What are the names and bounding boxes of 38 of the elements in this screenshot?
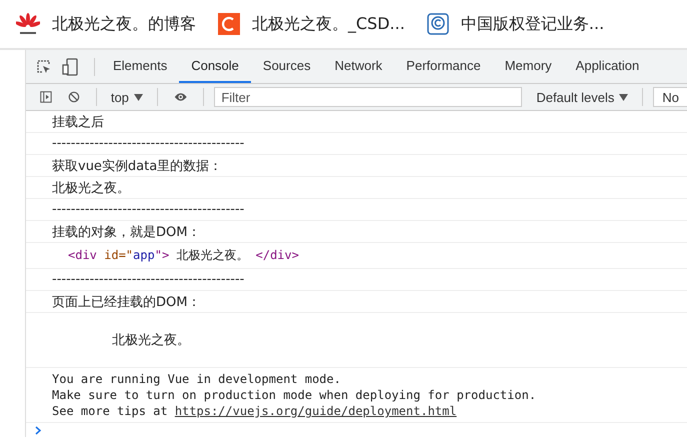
flower-logo-icon	[16, 13, 40, 35]
doc-link[interactable]: https://vuejs.org/guide/deployment.html	[174, 404, 457, 418]
console-message: 页面上已经挂载的DOM：	[52, 294, 200, 310]
inspect-icon[interactable]	[36, 58, 52, 74]
devtools-tab[interactable]: Network	[322, 50, 394, 83]
devtools-tab[interactable]: Application	[564, 50, 652, 83]
console-message: See more tips at	[52, 404, 169, 418]
caret-icon	[619, 94, 628, 100]
console-message: 挂载的对象，就是DOM：	[52, 224, 200, 240]
console-message: -----------------------------------------	[52, 202, 244, 217]
bookmark[interactable]: 中国版权登记业务...	[426, 13, 604, 35]
device-icon[interactable]	[62, 58, 78, 76]
levels-dropdown[interactable]: Default levels	[532, 88, 632, 106]
devtools-tab[interactable]: Sources	[250, 50, 323, 83]
console-message: Make sure to turn on production mode when deploying for production.	[52, 388, 536, 402]
caret-icon	[134, 94, 143, 100]
prompt-chevron-icon[interactable]	[35, 426, 42, 434]
c-logo-icon	[218, 13, 240, 35]
devtools-tab[interactable]: Elements	[101, 50, 180, 83]
console-message: 北极光之夜。	[52, 180, 130, 196]
console-message: 挂载之后	[52, 114, 104, 130]
bookmark[interactable]: 北极光之夜。的博客	[16, 13, 196, 35]
context-dropdown[interactable]: top	[106, 88, 147, 106]
clear-console-icon[interactable]	[68, 89, 80, 105]
dom-text: 北极光之夜。	[112, 332, 190, 349]
filter-field[interactable]: Filter	[214, 87, 522, 107]
sidebar-toggle-icon[interactable]	[40, 89, 52, 105]
copyright-icon	[426, 13, 449, 35]
eye-icon[interactable]	[174, 91, 188, 103]
bookmark[interactable]: 北极光之夜。_CSD...	[218, 13, 405, 35]
console-message: You are running Vue in development mode.	[52, 372, 341, 386]
issues-button[interactable]: No	[653, 87, 687, 107]
element-markup[interactable]: <div id="app"> 北极光之夜。 </div>	[68, 247, 299, 264]
console-message: 获取vue实例data里的数据：	[52, 158, 222, 174]
devtools-tab[interactable]: Performance	[394, 50, 493, 83]
console-message: -----------------------------------------	[52, 272, 244, 287]
devtools-tab[interactable]: Memory	[492, 50, 564, 83]
console-message: -----------------------------------------	[52, 136, 244, 151]
